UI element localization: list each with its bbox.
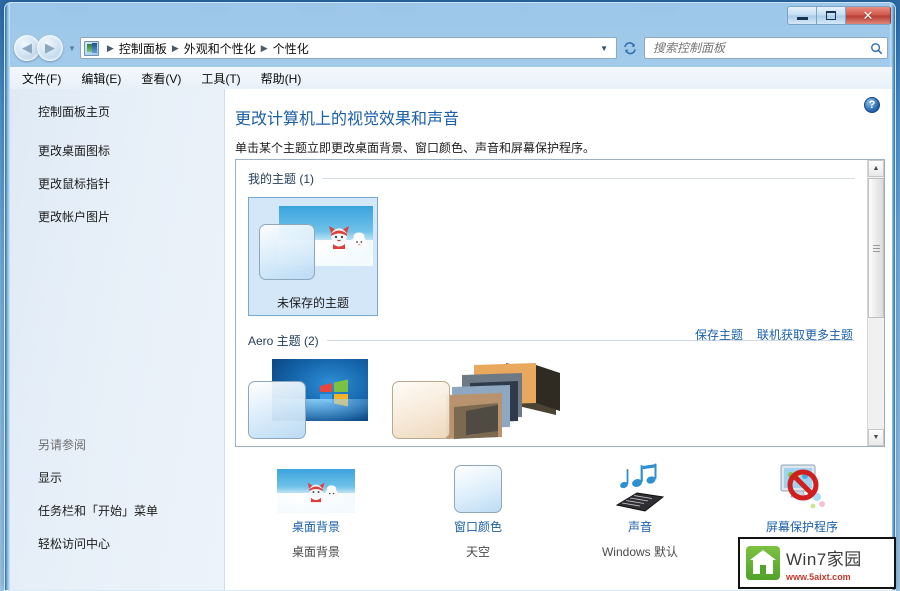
- scrollbar-thumb[interactable]: [868, 178, 884, 318]
- breadcrumb-sep-1: ▶: [172, 43, 179, 54]
- theme-tile-label: 未保存的主题: [253, 294, 373, 311]
- setting-sound[interactable]: 声音 Windows 默认: [559, 461, 721, 560]
- sidebar-item-change-desktop-icons[interactable]: 更改桌面图标: [38, 142, 224, 159]
- control-panel-icon: [84, 41, 99, 56]
- scroll-down-button[interactable]: ▼: [868, 429, 884, 446]
- minimize-icon: [797, 17, 808, 20]
- window-color-swatch: [454, 465, 502, 513]
- navigation-buttons: ◀ ▶ ▼: [14, 35, 80, 61]
- aero-themes-group-title: Aero 主题 (2): [248, 332, 319, 349]
- theme-list-inner: 我的主题 (1): [236, 160, 867, 446]
- screensaver-label[interactable]: 屏幕保护程序: [766, 518, 838, 535]
- menu-tools[interactable]: 工具(T): [201, 70, 240, 87]
- breadcrumb-item-0[interactable]: 控制面板: [119, 40, 167, 57]
- menu-help[interactable]: 帮助(H): [261, 70, 302, 87]
- refresh-icon: [623, 41, 637, 55]
- scrollbar-grip-icon: [873, 245, 880, 252]
- breadcrumb-item-1[interactable]: 外观和个性化: [184, 40, 256, 57]
- door-shape: [760, 565, 766, 574]
- window-color-icon: [454, 461, 502, 513]
- menu-view[interactable]: 查看(V): [141, 70, 181, 87]
- theme-tile-windows7[interactable]: [248, 359, 368, 439]
- screensaver-monitor-blocked-icon: [773, 461, 831, 513]
- breadcrumb-sep-2: ▶: [261, 43, 268, 54]
- theme-list-scrollbar[interactable]: ▲ ▼: [867, 160, 884, 446]
- sidebar-item-change-mouse-pointers[interactable]: 更改鼠标指针: [38, 175, 224, 192]
- see-also-item-display[interactable]: 显示: [38, 469, 228, 486]
- close-button[interactable]: ✕: [845, 6, 891, 25]
- menu-edit[interactable]: 编辑(E): [81, 70, 121, 87]
- group-divider: [322, 178, 855, 179]
- windows-logo-icon: [318, 378, 350, 408]
- window-controls: ✕: [787, 6, 891, 25]
- search-input[interactable]: [653, 41, 870, 55]
- my-themes-group-title: 我的主题 (1): [248, 170, 314, 187]
- see-also-section: 另请参阅 显示 任务栏和「开始」菜单 轻松访问中心: [38, 436, 228, 552]
- content-pane: ? 更改计算机上的视觉效果和声音 单击某个主题立即更改桌面背景、窗口颜色、声音和…: [225, 89, 892, 591]
- get-more-themes-online-link[interactable]: 联机获取更多主题: [757, 326, 853, 343]
- see-also-item-ease-of-access[interactable]: 轻松访问中心: [38, 535, 228, 552]
- scroll-up-button[interactable]: ▲: [868, 160, 884, 177]
- desktop-background-label[interactable]: 桌面背景: [292, 518, 340, 535]
- snow-character-icon: [349, 232, 369, 252]
- see-also-item-taskbar-start-menu[interactable]: 任务栏和「开始」菜单: [38, 502, 228, 519]
- setting-screensaver[interactable]: 屏幕保护程序: [721, 461, 883, 543]
- theme-window-color-preview: [259, 224, 315, 280]
- snow-character-icon: [323, 485, 340, 502]
- theme-actions: 保存主题 联机获取更多主题: [695, 326, 853, 343]
- breadcrumb-sep-0: ▶: [107, 43, 114, 54]
- watermark-url: www.5aixt.com: [786, 572, 862, 582]
- sound-label[interactable]: 声音: [628, 518, 652, 535]
- setting-window-color[interactable]: 窗口颜色 天空: [397, 461, 559, 560]
- screensaver-icon: [773, 461, 831, 513]
- theme-thumbnail: [253, 202, 373, 290]
- page-subtitle: 单击某个主题立即更改桌面背景、窗口颜色、声音和屏幕保护程序。: [235, 139, 892, 156]
- window-color-value: 天空: [466, 543, 490, 560]
- desktop-background-preview: [277, 469, 355, 513]
- navigation-pane: 控制面板主页 更改桌面图标 更改鼠标指针 更改帐户图片 另请参阅 显示 任务栏和…: [10, 89, 225, 591]
- maximize-icon: [826, 11, 836, 20]
- china-window-color-preview: [392, 381, 450, 439]
- save-theme-link[interactable]: 保存主题: [695, 326, 743, 343]
- recent-pages-chevron-icon[interactable]: ▼: [68, 44, 76, 53]
- search-icon: [870, 42, 883, 55]
- address-bar-row: ◀ ▶ ▼ ▶ 控制面板 ▶ 外观和个性化 ▶ 个性化 ▼: [10, 33, 892, 63]
- address-dropdown-icon[interactable]: ▼: [594, 44, 614, 53]
- aero-theme-row: [248, 359, 855, 439]
- watermark-badge: Win7家园 www.5aixt.com: [738, 537, 896, 589]
- watermark-title: Win7家园: [786, 545, 862, 570]
- page-title: 更改计算机上的视觉效果和声音: [235, 105, 892, 129]
- theme-tile-unsaved[interactable]: 未保存的主题: [248, 197, 378, 316]
- help-icon[interactable]: ?: [864, 97, 880, 113]
- desktop-background-icon: [277, 461, 355, 513]
- refresh-button[interactable]: [619, 37, 641, 59]
- sidebar-item-control-panel-home[interactable]: 控制面板主页: [38, 103, 224, 120]
- watermark-text: Win7家园 www.5aixt.com: [786, 545, 862, 582]
- menu-file[interactable]: 文件(F): [22, 70, 61, 87]
- see-also-title: 另请参阅: [38, 436, 228, 453]
- setting-desktop-background[interactable]: 桌面背景 桌面背景: [235, 461, 397, 560]
- sidebar-item-change-account-picture[interactable]: 更改帐户图片: [38, 208, 224, 225]
- keyboard-icon: [617, 493, 663, 511]
- sound-value: Windows 默认: [602, 543, 678, 560]
- window-color-label[interactable]: 窗口颜色: [454, 518, 502, 535]
- search-box[interactable]: [644, 37, 888, 59]
- breadcrumb-item-2[interactable]: 个性化: [273, 40, 309, 57]
- menu-bar: 文件(F) 编辑(E) 查看(V) 工具(T) 帮助(H): [10, 67, 892, 89]
- desktop-background-value: 桌面背景: [292, 543, 340, 560]
- windows7-window-color-preview: [248, 381, 306, 439]
- maximize-button[interactable]: [816, 6, 845, 25]
- theme-tile-china[interactable]: [392, 359, 562, 439]
- sound-notes-icon: [611, 463, 669, 513]
- my-themes-group-header: 我的主题 (1): [248, 170, 855, 187]
- client-area: 控制面板主页 更改桌面图标 更改鼠标指针 更改帐户图片 另请参阅 显示 任务栏和…: [10, 89, 892, 591]
- title-bar[interactable]: ✕: [5, 3, 896, 29]
- explorer-window: ✕ ◀ ▶ ▼ ▶ 控制面板 ▶ 外观和个性化 ▶ 个性化 ▼: [4, 2, 896, 591]
- win7-house-logo-icon: [746, 546, 780, 580]
- minimize-button[interactable]: [787, 6, 816, 25]
- theme-list-panel: 我的主题 (1): [235, 159, 885, 447]
- address-input[interactable]: ▶ 控制面板 ▶ 外观和个性化 ▶ 个性化 ▼: [80, 37, 617, 59]
- sound-icon: [611, 461, 669, 513]
- forward-button[interactable]: ▶: [37, 35, 63, 61]
